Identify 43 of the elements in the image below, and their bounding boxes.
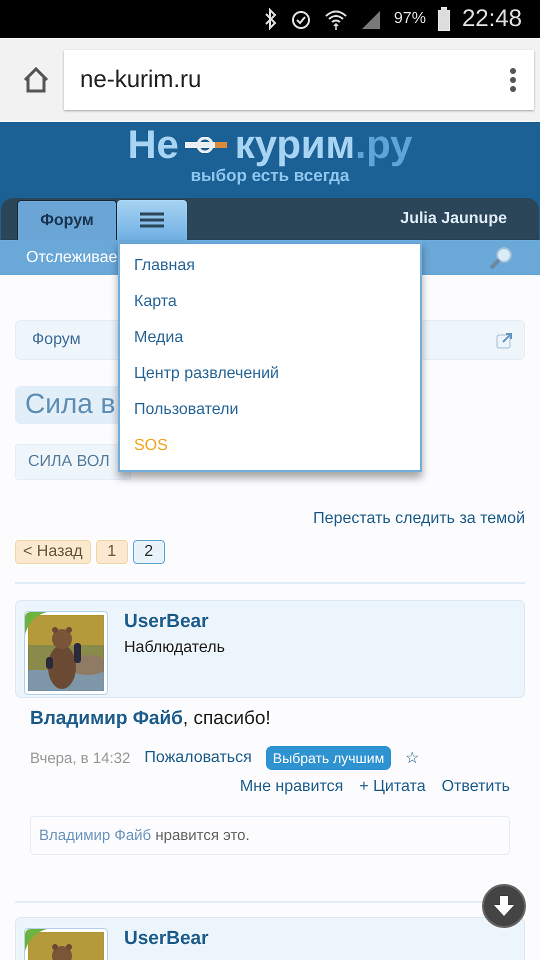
thread-tag[interactable]: СИЛА ВОЛ [15,444,131,480]
logo-text: Не [128,125,179,165]
menu-icon [140,212,164,228]
post-action-link[interactable]: Ответить [442,778,510,796]
best-answer-button[interactable]: Выбрать лучшим [266,746,392,770]
external-link-icon[interactable] [496,331,514,349]
more-options-icon[interactable] [510,68,516,92]
user-name-link[interactable]: Julia Jaunupe [400,210,507,228]
page-button[interactable]: 1 [96,540,128,564]
liker-link[interactable]: Владимир Файб [39,827,152,844]
nav-tab[interactable]: Форум [17,200,117,240]
cigarette-icon [184,137,229,153]
scroll-down-button[interactable] [482,884,526,928]
battery-icon [438,7,450,31]
page-button[interactable]: 2 [132,540,165,564]
home-icon[interactable] [22,67,50,93]
logo-text: курим.ру [234,125,412,165]
menu-item[interactable]: Медиа [120,320,420,356]
username-link[interactable]: UserBear [124,928,208,950]
likes-summary: Владимир Файб нравится это. [30,816,510,855]
menu-item[interactable]: Главная [120,248,420,284]
username-link[interactable]: UserBear [124,611,225,633]
alarm-icon [290,8,312,30]
unwatch-link[interactable]: Перестать следить за темой [15,510,525,528]
down-arrow-icon [493,895,515,917]
star-icon[interactable]: ☆ [405,748,420,768]
bluetooth-icon [264,8,278,30]
breadcrumb-link[interactable]: Форум [32,331,81,349]
battery-percent: 97% [394,10,426,28]
post-date: Вчера, в 14:32 [30,750,130,766]
menu-item[interactable]: Карта [120,284,420,320]
report-link[interactable]: Пожаловаться [144,749,252,767]
post-action-link[interactable]: Мне нравится [240,778,344,796]
search-icon[interactable] [488,244,514,270]
menu-tab[interactable] [117,200,187,240]
previous-page-button[interactable]: < Назад [15,540,91,564]
logo-tagline: выбор есть всегда [190,166,350,186]
clock: 22:48 [462,5,522,33]
post-message: Владимир Файб, спасибо! [30,708,272,730]
url-field[interactable]: ne-kurim.ru [64,50,534,110]
user-role: Наблюдатель [124,639,225,657]
wifi-icon [324,8,348,30]
post-action-link[interactable]: + Цитата [359,778,426,796]
